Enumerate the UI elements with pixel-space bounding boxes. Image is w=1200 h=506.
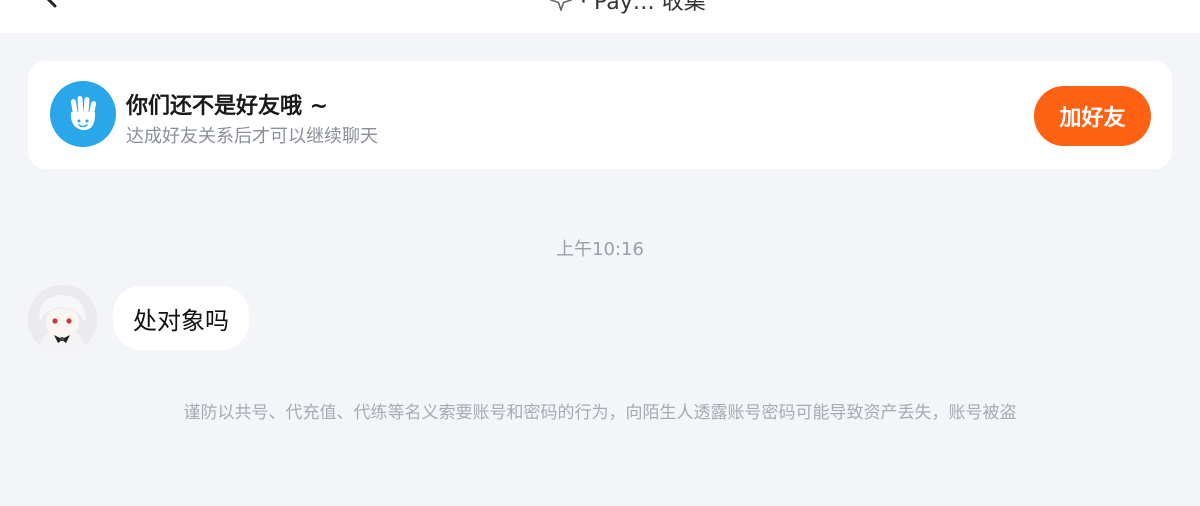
not-friends-subtitle: 达成好友关系后才可以继续聊天 [126,126,378,147]
message-timestamp: 上午10:16 [556,239,644,260]
hand-wave-icon [50,81,116,147]
sparkle-icon [548,0,574,13]
security-warning: 谨防以共号、代充值、代练等名义索要账号和密码的行为，向陌生人透露账号密码可能导致… [183,403,1017,423]
friend-request-card: 你们还不是好友哦 ~ 达成好友关系后才可以继续聊天 加好友 [28,61,1172,169]
back-arrow-icon[interactable] [40,0,64,10]
add-friend-button[interactable]: 加好友 [1034,86,1151,146]
not-friends-title: 你们还不是好友哦 ~ [126,94,329,119]
avatar[interactable] [28,285,97,354]
page-title-text: · Pay… 收集 [580,0,706,15]
top-bar: · Pay… 收集 [0,0,1200,33]
page-title: · Pay… 收集 [548,0,706,16]
message-text: 处对象吗 [133,306,229,335]
message-bubble[interactable]: 处对象吗 [113,286,249,350]
